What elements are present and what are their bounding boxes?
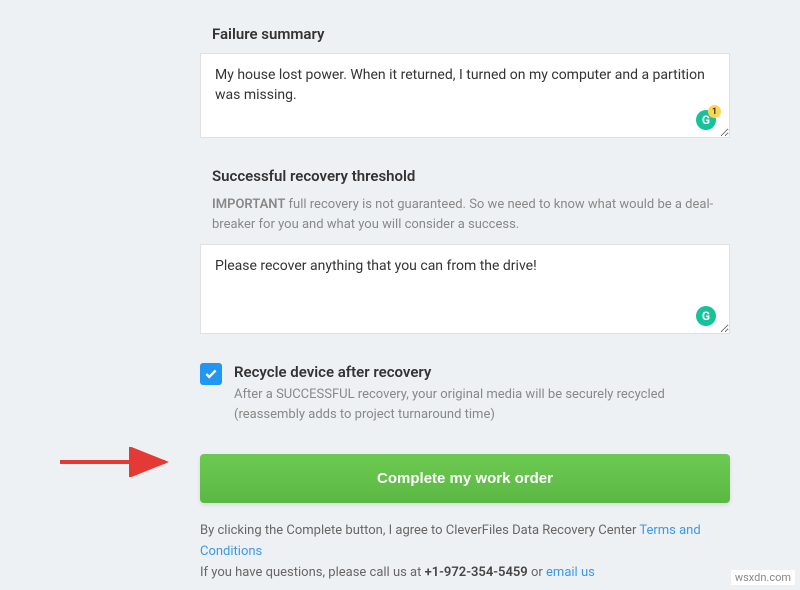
- checkmark-icon: [204, 367, 218, 381]
- grammarly-icon[interactable]: G: [696, 306, 716, 326]
- legal-footer: By clicking the Complete button, I agree…: [200, 521, 730, 583]
- grammarly-suggestion-count: 1: [708, 105, 721, 118]
- grammarly-icon[interactable]: G 1: [696, 110, 716, 130]
- watermark: wsxdn.com: [731, 570, 795, 585]
- recycle-device-row: Recycle device after recovery After a SU…: [200, 363, 730, 424]
- recycle-device-content: Recycle device after recovery After a SU…: [234, 363, 730, 424]
- failure-summary-label: Failure summary: [200, 25, 730, 43]
- recycle-device-description: After a SUCCESSFUL recovery, your origin…: [234, 385, 730, 424]
- work-order-form: Failure summary G 1 Successful recovery …: [200, 0, 730, 583]
- failure-summary-input[interactable]: [200, 53, 730, 138]
- recovery-threshold-help: IMPORTANT full recovery is not guarantee…: [200, 195, 730, 234]
- recovery-threshold-input[interactable]: [200, 244, 730, 334]
- recycle-device-checkbox[interactable]: [200, 363, 222, 385]
- recovery-threshold-field-wrap: G: [200, 244, 730, 338]
- important-prefix: IMPORTANT: [212, 197, 285, 212]
- recovery-threshold-label: Successful recovery threshold: [200, 167, 730, 185]
- arrow-annotation: [55, 447, 180, 477]
- support-phone: +1-972-354-5459: [425, 565, 528, 580]
- recycle-device-label: Recycle device after recovery: [234, 363, 730, 381]
- email-us-link[interactable]: email us: [546, 565, 595, 580]
- failure-summary-field-wrap: G 1: [200, 53, 730, 142]
- complete-work-order-button[interactable]: Complete my work order: [200, 454, 730, 503]
